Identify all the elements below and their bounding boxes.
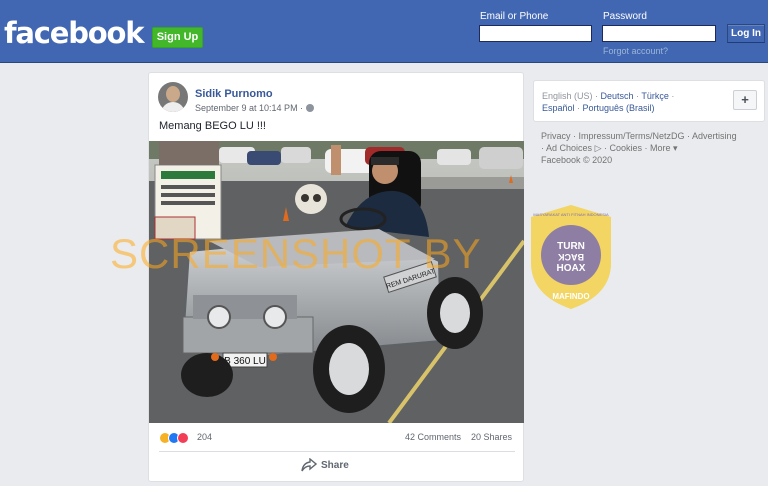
share-arrow-icon bbox=[301, 458, 317, 472]
signup-button[interactable]: Sign Up bbox=[152, 27, 203, 48]
love-icon bbox=[177, 432, 189, 444]
email-label: Email or Phone bbox=[480, 11, 549, 22]
comments-count[interactable]: 42 Comments bbox=[405, 432, 461, 442]
watermark-text: SCREENSHOT BY bbox=[110, 230, 482, 277]
language-turkce[interactable]: Türkçe bbox=[641, 91, 669, 101]
language-portugues[interactable]: Português (Brasil) bbox=[583, 103, 655, 113]
share-label: Share bbox=[321, 460, 349, 471]
badge-line1: TURN bbox=[557, 241, 585, 252]
reaction-count[interactable]: 204 bbox=[197, 432, 212, 442]
footer-ad-choices[interactable]: Ad Choices bbox=[546, 143, 592, 153]
password-field[interactable] bbox=[602, 25, 716, 42]
footer-advertising[interactable]: Advertising bbox=[692, 131, 737, 141]
login-button[interactable]: Log In bbox=[727, 24, 765, 43]
mafindo-badge: TURN BACK HOAX MASYARAKAT ANTI FITNAH IN… bbox=[531, 205, 611, 309]
badge-ring-text: MASYARAKAT ANTI FITNAH INDONESIA bbox=[533, 212, 609, 217]
language-box: English (US) · Deutsch · Türkçe · Españo… bbox=[533, 80, 765, 122]
footer-impressum[interactable]: Impressum/Terms/NetzDG bbox=[579, 131, 685, 141]
copyright: Facebook © 2020 bbox=[541, 155, 613, 165]
post-message: Memang BEGO LU !!! bbox=[159, 120, 266, 132]
language-list: English (US) · Deutsch · Türkçe · Españo… bbox=[542, 91, 675, 113]
footer-links: Privacy · Impressum/Terms/NetzDG · Adver… bbox=[541, 131, 737, 165]
badge-line3: HOAX bbox=[557, 263, 586, 274]
password-label: Password bbox=[603, 11, 647, 22]
caret-down-icon: ▾ bbox=[673, 143, 678, 153]
badge-name: MAFINDO bbox=[552, 292, 589, 301]
post-photo[interactable]: B 360 LU REM DARURAT bbox=[149, 141, 524, 423]
more-languages-button[interactable]: + bbox=[733, 90, 757, 110]
language-espanol[interactable]: Español bbox=[542, 103, 575, 113]
facebook-logo[interactable]: facebook bbox=[4, 16, 145, 50]
badge-line2: BACK bbox=[558, 252, 584, 262]
shares-count[interactable]: 20 Shares bbox=[471, 432, 512, 442]
language-deutsch[interactable]: Deutsch bbox=[601, 91, 634, 101]
footer-cookies[interactable]: Cookies bbox=[609, 143, 642, 153]
footer-privacy[interactable]: Privacy bbox=[541, 131, 571, 141]
footer-more[interactable]: More bbox=[650, 143, 671, 153]
top-navbar: facebook Sign Up Email or Phone Password… bbox=[0, 0, 768, 63]
divider bbox=[159, 451, 515, 452]
share-button[interactable]: Share bbox=[301, 458, 349, 472]
author-avatar[interactable] bbox=[158, 82, 188, 112]
ad-choices-icon: ▷ bbox=[594, 143, 602, 153]
post-timestamp[interactable]: September 9 at 10:14 PM · bbox=[195, 103, 315, 113]
license-plate: B 360 LU bbox=[224, 356, 266, 367]
author-name[interactable]: Sidik Purnomo bbox=[195, 88, 273, 100]
language-current: English (US) bbox=[542, 91, 593, 101]
forgot-account-link[interactable]: Forgot account? bbox=[603, 46, 668, 56]
email-field[interactable] bbox=[479, 25, 592, 42]
timestamp-text[interactable]: September 9 at 10:14 PM · bbox=[195, 103, 303, 113]
globe-icon bbox=[306, 104, 315, 112]
